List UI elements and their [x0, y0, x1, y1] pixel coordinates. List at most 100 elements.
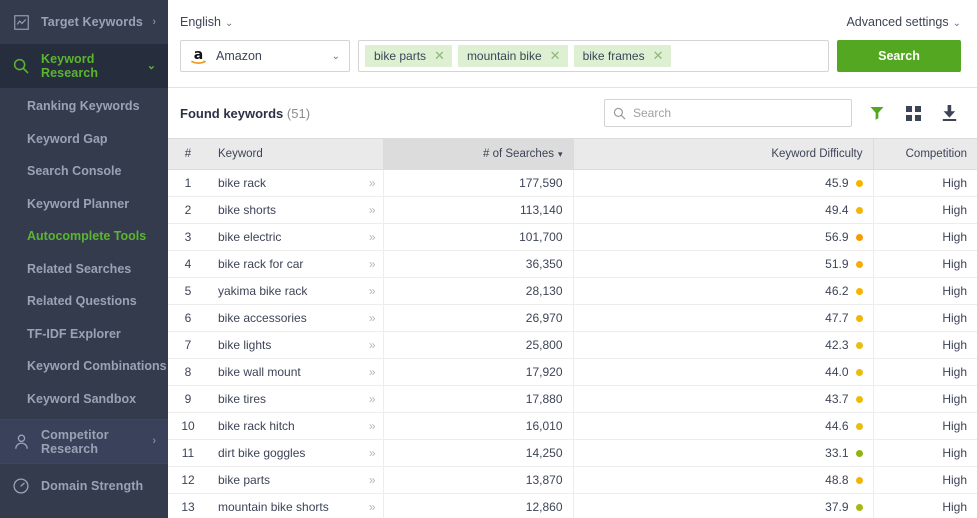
language-selector[interactable]: English ⌄	[180, 15, 233, 29]
sidebar-item-ranking-keywords[interactable]: Ranking Keywords	[0, 90, 168, 123]
sidebar-item-related-searches[interactable]: Related Searches	[0, 253, 168, 286]
table-row[interactable]: 1 bike rack » 177,590 45.9 High	[168, 169, 977, 197]
table-row[interactable]: 2 bike shorts » 113,140 49.4 High	[168, 196, 977, 224]
expand-keyword-icon[interactable]: »	[369, 473, 376, 487]
chart-box-icon	[12, 13, 30, 31]
cell-searches: 13,870	[383, 466, 574, 494]
cell-keyword-difficulty: 42.3	[573, 331, 874, 359]
sidebar-item-tf-idf-explorer[interactable]: TF-IDF Explorer	[0, 318, 168, 351]
sidebar-item-competitor-research[interactable]: Competitor Research ›	[0, 419, 168, 463]
cell-competition: High	[873, 169, 977, 197]
sidebar-item-keyword-gap[interactable]: Keyword Gap	[0, 123, 168, 156]
table-row[interactable]: 9 bike tires » 17,880 43.7 High	[168, 385, 977, 413]
difficulty-dot-icon	[855, 179, 863, 187]
sidebar-item-label: Keyword Research	[41, 52, 99, 80]
expand-keyword-icon[interactable]: »	[369, 392, 376, 406]
cell-row-number: 12	[168, 466, 208, 494]
keywords-table-container: # Keyword # of Searches ▾ Keyword Difficu…	[168, 138, 977, 518]
columns-grid-icon[interactable]	[902, 102, 924, 124]
column-header-difficulty[interactable]: Keyword Difficulty	[573, 138, 874, 170]
search-button[interactable]: Search	[837, 40, 961, 72]
sidebar-item-target-keywords[interactable]: Target Keywords ›	[0, 0, 168, 44]
column-header-number[interactable]: #	[168, 138, 208, 170]
table-row[interactable]: 8 bike wall mount » 17,920 44.0 High	[168, 358, 977, 386]
expand-keyword-icon[interactable]: »	[369, 257, 376, 271]
cell-keyword-difficulty: 56.9	[573, 223, 874, 251]
expand-keyword-icon[interactable]: »	[369, 338, 376, 352]
table-row[interactable]: 13 mountain bike shorts » 12,860 37.9 High	[168, 493, 977, 518]
sidebar-item-keyword-sandbox[interactable]: Keyword Sandbox	[0, 383, 168, 416]
difficulty-value: 44.0	[825, 365, 863, 379]
cell-competition: High	[873, 439, 977, 467]
expand-keyword-icon[interactable]: »	[369, 176, 376, 190]
cell-searches: 26,970	[383, 304, 574, 332]
expand-keyword-icon[interactable]: »	[369, 284, 376, 298]
cell-row-number: 3	[168, 223, 208, 251]
expand-keyword-icon[interactable]: »	[369, 311, 376, 325]
column-header-searches[interactable]: # of Searches ▾	[383, 138, 574, 170]
cell-keyword-difficulty: 48.8	[573, 466, 874, 494]
sidebar-item-keyword-research[interactable]: Keyword Research ⌄	[0, 44, 168, 88]
search-engine-select[interactable]: a Amazon ⌄	[180, 40, 350, 72]
cell-row-number: 5	[168, 277, 208, 305]
difficulty-value: 37.9	[825, 500, 863, 514]
expand-keyword-icon[interactable]: »	[369, 365, 376, 379]
table-row[interactable]: 10 bike rack hitch » 16,010 44.6 High	[168, 412, 977, 440]
cell-searches: 25,800	[383, 331, 574, 359]
table-row[interactable]: 11 dirt bike goggles » 14,250 33.1 High	[168, 439, 977, 467]
sidebar-item-autocomplete-tools[interactable]: Autocomplete Tools	[0, 220, 168, 253]
sidebar-item-keyword-combinations[interactable]: Keyword Combinations	[0, 350, 168, 383]
remove-tag-icon[interactable]: ✕	[653, 50, 664, 63]
difficulty-value: 33.1	[825, 446, 863, 460]
advanced-settings-toggle[interactable]: Advanced settings ⌄	[846, 15, 961, 29]
cell-row-number: 4	[168, 250, 208, 278]
results-search-input[interactable]	[633, 106, 843, 120]
table-row[interactable]: 3 bike electric » 101,700 56.9 High	[168, 223, 977, 251]
filter-icon[interactable]	[866, 102, 888, 124]
keyword-tag: bike frames ✕	[573, 45, 671, 67]
expand-keyword-icon[interactable]: »	[369, 230, 376, 244]
download-icon[interactable]	[938, 102, 960, 124]
remove-tag-icon[interactable]: ✕	[434, 50, 445, 63]
table-row[interactable]: 4 bike rack for car » 36,350 51.9 High	[168, 250, 977, 278]
table-header: # Keyword # of Searches ▾ Keyword Difficu…	[168, 138, 977, 170]
difficulty-value: 56.9	[825, 230, 863, 244]
found-keywords-heading: Found keywords (51)	[180, 106, 310, 121]
sidebar-item-related-questions[interactable]: Related Questions	[0, 285, 168, 318]
cell-keyword-text: dirt bike goggles	[218, 446, 306, 460]
table-row[interactable]: 6 bike accessories » 26,970 47.7 High	[168, 304, 977, 332]
cell-keyword-difficulty: 45.9	[573, 169, 874, 197]
language-label: English	[180, 15, 221, 29]
cell-keyword: bike shorts »	[208, 196, 384, 224]
expand-keyword-icon[interactable]: »	[369, 500, 376, 514]
remove-tag-icon[interactable]: ✕	[550, 50, 561, 63]
cell-keyword-text: bike wall mount	[218, 365, 301, 379]
cell-keyword: bike accessories »	[208, 304, 384, 332]
table-row[interactable]: 5 yakima bike rack » 28,130 46.2 High	[168, 277, 977, 305]
cell-keyword-difficulty: 49.4	[573, 196, 874, 224]
cell-keyword-difficulty: 44.0	[573, 358, 874, 386]
expand-keyword-icon[interactable]: »	[369, 446, 376, 460]
cell-keyword-text: bike tires	[218, 392, 267, 406]
difficulty-dot-icon	[855, 395, 863, 403]
sidebar-item-domain-strength[interactable]: Domain Strength	[0, 463, 168, 507]
chevron-down-icon: ⌄	[331, 50, 340, 62]
difficulty-dot-icon	[855, 449, 863, 457]
sidebar-item-keyword-planner[interactable]: Keyword Planner	[0, 188, 168, 221]
results-toolbar: Found keywords (51)	[168, 88, 977, 138]
sidebar-item-search-console[interactable]: Search Console	[0, 155, 168, 188]
column-header-keyword[interactable]: Keyword	[208, 138, 384, 170]
cell-keyword-text: bike electric	[218, 230, 282, 244]
difficulty-value: 48.8	[825, 473, 863, 487]
results-search-field[interactable]	[604, 99, 852, 127]
table-row[interactable]: 7 bike lights » 25,800 42.3 High	[168, 331, 977, 359]
expand-keyword-icon[interactable]: »	[369, 203, 376, 217]
column-header-competition[interactable]: Competition	[873, 138, 977, 170]
table-row[interactable]: 12 bike parts » 13,870 48.8 High	[168, 466, 977, 494]
cell-keyword-text: bike parts	[218, 473, 271, 487]
cell-searches: 14,250	[383, 439, 574, 467]
keyword-tags-input[interactable]: bike parts ✕ mountain bike ✕ bike frames ✕	[358, 40, 829, 72]
expand-keyword-icon[interactable]: »	[369, 419, 376, 433]
difficulty-dot-icon	[855, 368, 863, 376]
sidebar: Target Keywords › Keyword Research ⌄ Ranking…	[0, 0, 168, 518]
